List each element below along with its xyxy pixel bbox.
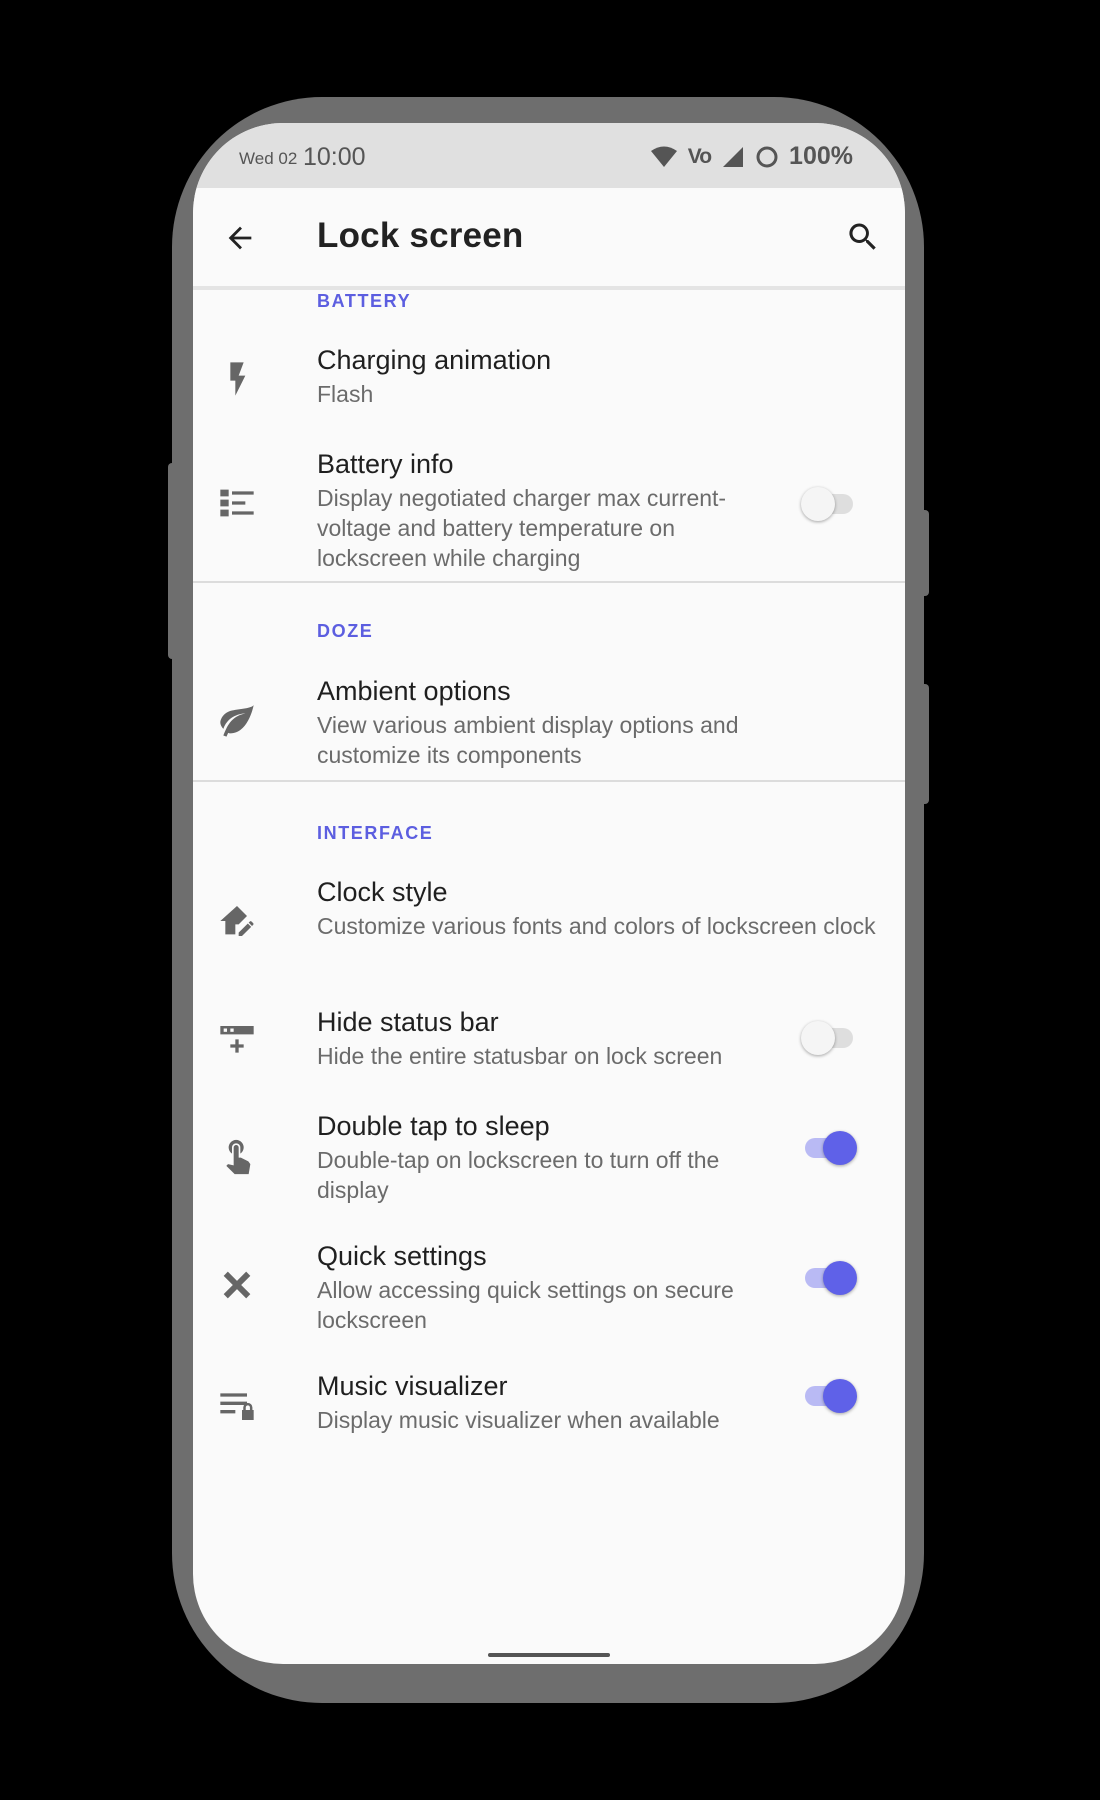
pref-title: Ambient options: [317, 676, 511, 706]
pref-charging-animation[interactable]: Charging animation Flash: [193, 345, 905, 425]
pref-title: Quick settings: [317, 1241, 487, 1271]
pref-title: Hide status bar: [317, 1007, 499, 1037]
pref-battery-info[interactable]: Battery info Display negotiated charger …: [193, 449, 905, 571]
pref-summary: Customize various fonts and colors of lo…: [317, 913, 876, 939]
pref-title: Music visualizer: [317, 1371, 508, 1401]
gesture-nav-handle[interactable]: [488, 1653, 610, 1657]
double-tap-sleep-toggle[interactable]: [801, 1129, 857, 1165]
search-icon[interactable]: [845, 219, 881, 255]
battery-level: 100%: [789, 142, 853, 170]
section-header-interface: INTERFACE: [317, 823, 434, 843]
status-icons: Vo 100%: [650, 142, 853, 171]
pref-ambient-options[interactable]: Ambient options View various ambient dis…: [193, 676, 905, 768]
home-edit-icon: [220, 906, 254, 936]
status-date: Wed 02: [239, 149, 298, 168]
pref-summary: Display music visualizer when available: [317, 1407, 720, 1433]
pref-title: Double tap to sleep: [317, 1111, 550, 1141]
hide-status-bar-toggle[interactable]: [801, 1019, 857, 1055]
pref-hide-status-bar[interactable]: Hide status bar Hide the entire statusba…: [193, 1007, 905, 1077]
pref-summary: Double-tap on lockscreen to turn off the…: [317, 1147, 720, 1203]
battery-info-toggle[interactable]: [801, 485, 857, 521]
battery-saver-icon: [756, 146, 778, 167]
page-title: Lock screen: [317, 216, 524, 255]
section-header-battery: BATTERY: [317, 291, 412, 311]
status-bar: Wed 02 10:00 Vo 100%: [193, 123, 905, 188]
power-button: [168, 463, 176, 659]
section-divider: [193, 780, 905, 782]
screen: Wed 02 10:00 Vo 100% Lock screen BATTERY…: [193, 123, 905, 1664]
music-visualizer-toggle[interactable]: [801, 1377, 857, 1413]
pref-double-tap-sleep[interactable]: Double tap to sleep Double-tap on locksc…: [193, 1111, 905, 1203]
pref-summary: View various ambient display options and…: [317, 712, 739, 768]
pref-clock-style[interactable]: Clock style Customize various fonts and …: [193, 877, 905, 967]
status-bar-icon: [220, 1026, 254, 1053]
wifi-icon: [650, 146, 677, 167]
playlist-lock-icon: [220, 1393, 254, 1420]
flash-icon: [230, 362, 246, 396]
list-icon: [220, 489, 254, 517]
pref-music-visualizer[interactable]: Music visualizer Display music visualize…: [193, 1371, 905, 1441]
pref-summary: Flash: [317, 381, 374, 407]
pref-title: Clock style: [317, 877, 448, 907]
volume-down-button: [920, 684, 929, 804]
volume-up-button: [920, 510, 929, 596]
pref-title: Battery info: [317, 449, 454, 479]
pref-quick-settings[interactable]: Quick settings Allow accessing quick set…: [193, 1241, 905, 1333]
pref-summary: Allow accessing quick settings on secure…: [317, 1277, 734, 1333]
section-header-doze: DOZE: [317, 621, 374, 641]
section-divider: [193, 581, 905, 583]
volte-icon: Vo: [687, 144, 712, 168]
leaf-icon: [220, 705, 254, 737]
tools-icon: [223, 1271, 251, 1299]
pref-summary: Display negotiated charger max current-v…: [317, 485, 727, 571]
back-arrow-icon[interactable]: [223, 221, 257, 255]
quick-settings-toggle[interactable]: [801, 1259, 857, 1295]
status-time: 10:00: [303, 143, 366, 171]
touch-icon: [226, 1139, 251, 1175]
pref-title: Charging animation: [317, 345, 552, 375]
pref-summary: Hide the entire statusbar on lock screen: [317, 1043, 723, 1069]
signal-icon: [723, 146, 744, 167]
app-bar: Lock screen: [193, 188, 905, 290]
